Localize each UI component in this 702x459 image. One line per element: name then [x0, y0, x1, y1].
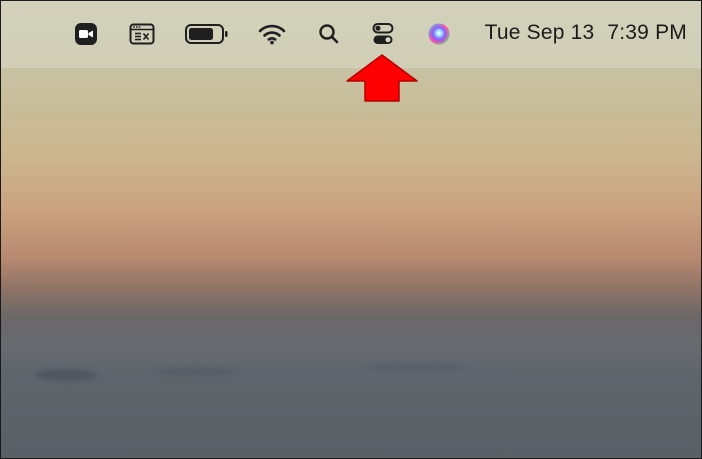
wifi-icon: [258, 24, 286, 45]
menu-extra-window-icon: [129, 23, 155, 45]
menubar-item-battery[interactable]: [181, 1, 233, 67]
zoom-video-icon: [75, 23, 97, 45]
menubar-clock[interactable]: Tue Sep 13 7:39 PM: [485, 21, 687, 45]
menubar-item-wifi[interactable]: [255, 1, 289, 67]
menubar-date: Tue Sep 13: [484, 21, 595, 44]
screen: Tue Sep 13 7:39 PM: [0, 0, 702, 459]
wallpaper-cloud: [361, 363, 471, 370]
menubar-item-window[interactable]: [124, 1, 160, 67]
siri-icon: [428, 23, 450, 45]
wallpaper-haze: [1, 321, 701, 371]
menubar-item-siri[interactable]: [424, 1, 454, 67]
spotlight-search-icon: [319, 24, 339, 44]
wallpaper-cloud: [151, 367, 241, 375]
menubar-item-zoom[interactable]: [69, 1, 103, 67]
menubar-item-spotlight[interactable]: [314, 1, 344, 67]
battery-icon: [185, 24, 228, 44]
annotation-arrow-icon: [346, 54, 418, 102]
control-center-icon: [372, 23, 394, 44]
wallpaper-cloud: [35, 369, 97, 381]
menubar-time: 7:39 PM: [607, 21, 687, 44]
